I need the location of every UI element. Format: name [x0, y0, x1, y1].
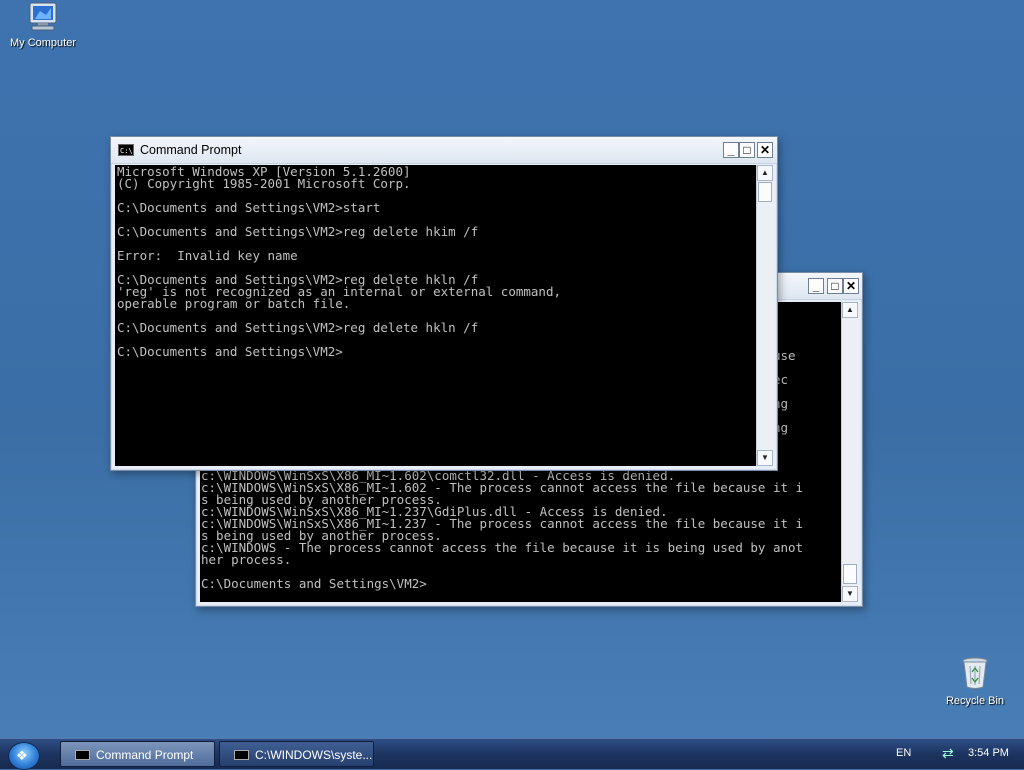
scroll-down-arrow[interactable]: ▼	[842, 586, 858, 602]
desktop-icon-recycle-bin[interactable]: Recycle Bin	[932, 656, 1018, 707]
scroll-up-arrow[interactable]: ▲	[757, 165, 773, 181]
clock[interactable]: 3:54 PM	[968, 747, 1009, 759]
console-line: her process.	[201, 552, 292, 567]
minimize-button[interactable]: _	[723, 142, 739, 158]
language-indicator[interactable]: EN	[896, 747, 911, 759]
console-line: C:\Documents and Settings\VM2>reg delete…	[117, 224, 479, 239]
console-line: Error: Invalid key name	[117, 248, 298, 263]
desktop-icon-my-computer[interactable]: My Computer	[0, 2, 86, 49]
command-prompt-window[interactable]: C:\ Command Prompt _ □ ✕ Microsoft Windo…	[110, 136, 778, 471]
computer-icon	[29, 2, 57, 31]
taskbar-button-label: C:\WINDOWS\syste...	[255, 748, 373, 762]
console-line: C:\Documents and Settings\VM2>start	[117, 200, 381, 215]
console-icon	[75, 750, 90, 760]
taskbar: ❖ Command Prompt C:\WINDOWS\syste... EN …	[0, 738, 1024, 770]
back-vertical-scrollbar[interactable]: ▲ ▼	[841, 302, 858, 602]
window-title: Command Prompt	[140, 143, 242, 157]
window-titlebar[interactable]: C:\ Command Prompt _ □ ✕	[111, 137, 777, 164]
minimize-button[interactable]: _	[808, 278, 824, 294]
maximize-button[interactable]: □	[827, 278, 843, 294]
taskbar-button-label: Command Prompt	[96, 748, 194, 762]
scroll-up-arrow[interactable]: ▲	[842, 302, 858, 318]
console-icon: C:\	[118, 144, 134, 156]
console-icon	[234, 750, 249, 760]
scroll-down-arrow[interactable]: ▼	[757, 450, 773, 466]
scroll-thumb[interactable]	[843, 564, 857, 584]
console-line: C:\Documents and Settings\VM2>	[117, 344, 343, 359]
scroll-thumb[interactable]	[758, 182, 772, 202]
recycle-bin-icon	[962, 657, 988, 689]
vertical-scrollbar[interactable]: ▲ ▼	[756, 165, 773, 466]
console-output[interactable]: Microsoft Windows XP [Version 5.1.2600](…	[115, 165, 756, 466]
start-button[interactable]: ❖	[8, 742, 40, 770]
taskbar-button-windows-system[interactable]: C:\WINDOWS\syste...	[219, 741, 374, 767]
my-computer-label: My Computer	[9, 37, 77, 49]
console-line: C:\Documents and Settings\VM2>	[201, 576, 427, 591]
close-button[interactable]: ✕	[757, 142, 773, 158]
console-line: C:\Documents and Settings\VM2>reg delete…	[117, 320, 479, 335]
close-button[interactable]: ✕	[843, 278, 859, 294]
taskbar-button-command-prompt[interactable]: Command Prompt	[60, 741, 215, 767]
console-line: c:\WINDOWS - The process cannot access t…	[201, 540, 804, 555]
network-icon[interactable]: ⇄	[942, 745, 954, 762]
windows-logo-icon: ❖	[16, 748, 28, 763]
recycle-bin-label: Recycle Bin	[945, 695, 1005, 707]
console-line: (C) Copyright 1985-2001 Microsoft Corp.	[117, 176, 411, 191]
console-line: operable program or batch file.	[117, 296, 351, 311]
maximize-button[interactable]: □	[739, 142, 755, 158]
